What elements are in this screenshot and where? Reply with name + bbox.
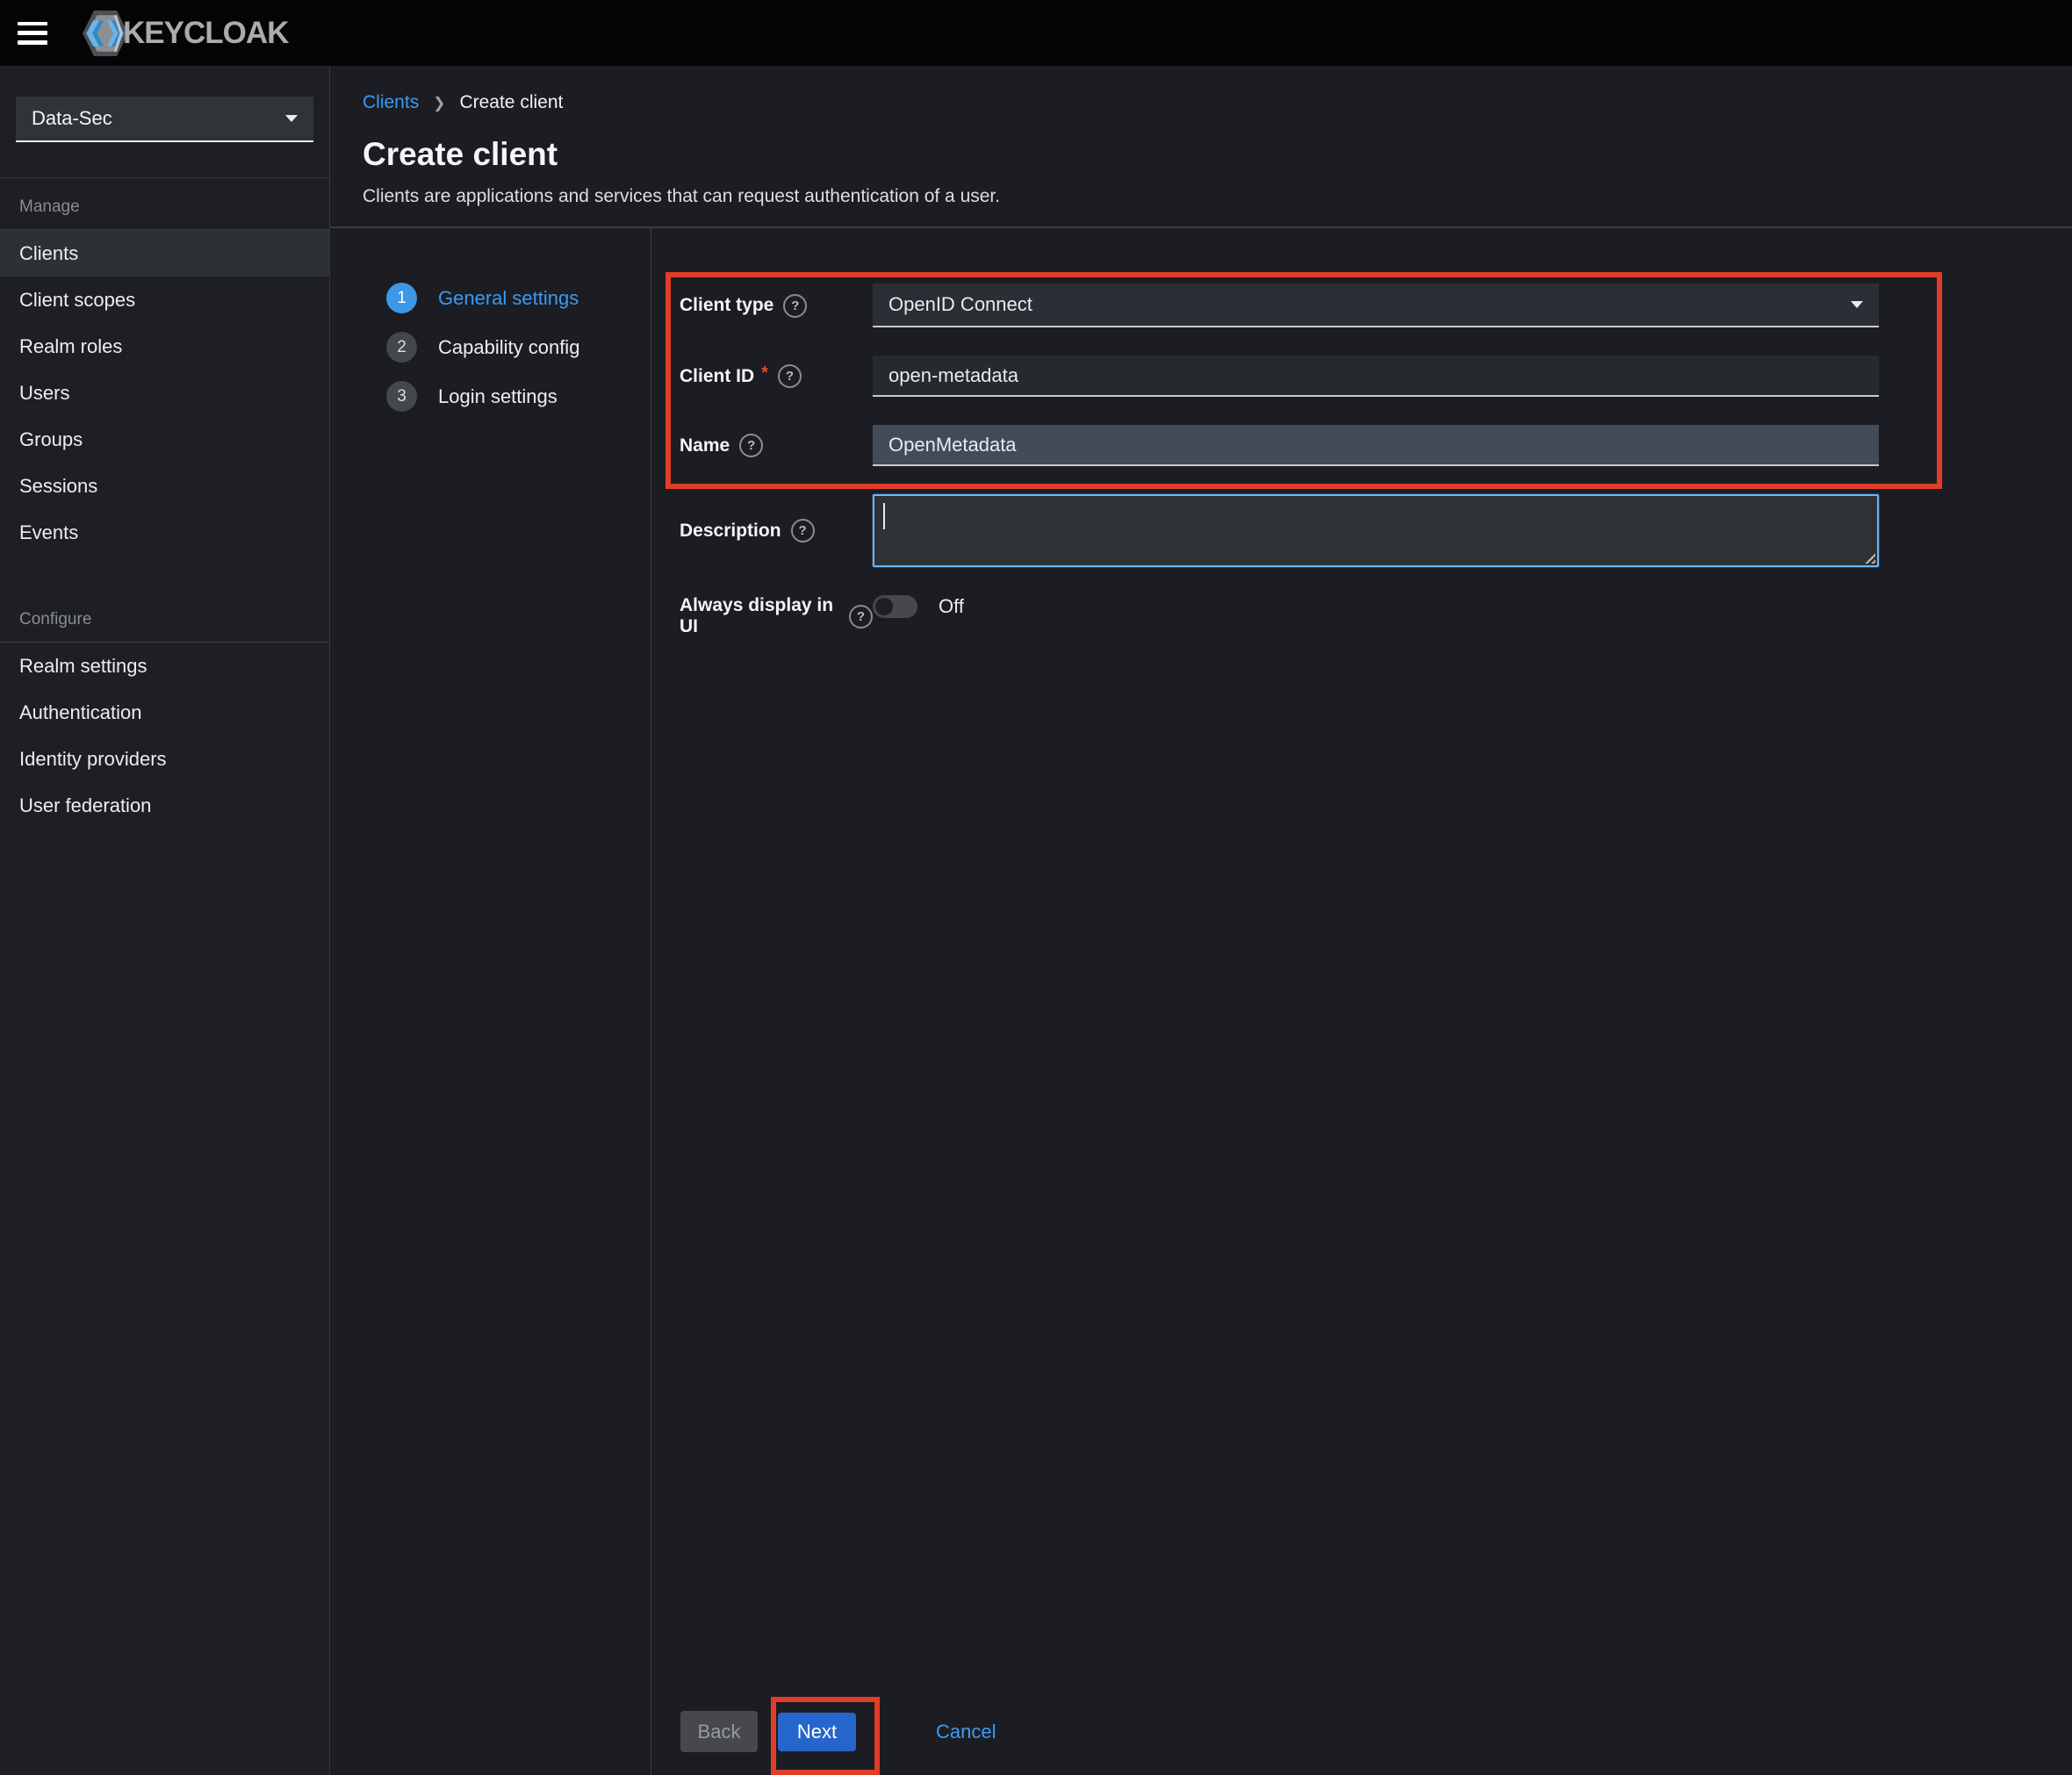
description-row: Description ? (680, 494, 2072, 567)
breadcrumb: Clients ❯ Create client (363, 66, 2072, 113)
spacer (0, 556, 329, 591)
breadcrumb-clients-link[interactable]: Clients (363, 92, 419, 113)
name-input[interactable] (873, 425, 1879, 466)
chevron-right-icon: ❯ (433, 95, 445, 112)
help-icon[interactable]: ? (739, 434, 763, 457)
client-type-label: Client type ? (680, 284, 873, 327)
caret-down-icon (285, 115, 298, 122)
name-label: Name ? (680, 425, 873, 466)
keycloak-logo-icon (83, 9, 128, 58)
page-header: Clients ❯ Create client Create client Cl… (330, 66, 2072, 226)
name-row: Name ? (680, 425, 2072, 466)
keycloak-logo: KEYCLOAK (83, 9, 288, 58)
description-label: Description ? (680, 494, 873, 567)
wizard-step-general-settings[interactable]: 1 General settings (386, 283, 651, 313)
keycloak-admin-console: KEYCLOAK Data-Sec Manage Clients Client … (0, 0, 2072, 1775)
always-display-row: Always display in UI ? Off (680, 595, 2072, 637)
description-textarea[interactable] (873, 494, 1879, 567)
label-text: Name (680, 435, 730, 456)
sidebar-item-events[interactable]: Events (0, 509, 329, 556)
sidebar-item-authentication[interactable]: Authentication (0, 689, 329, 736)
sidebar-item-identity-providers[interactable]: Identity providers (0, 736, 329, 782)
toggle-knob (875, 598, 893, 615)
client-type-select[interactable]: OpenID Connect (873, 284, 1879, 327)
help-icon[interactable]: ? (791, 519, 815, 543)
sidebar-item-users[interactable]: Users (0, 370, 329, 416)
main-content: Clients ❯ Create client Create client Cl… (330, 66, 2072, 1775)
wizard-footer: Back Next Cancel (680, 1711, 1001, 1752)
sidebar-item-client-scopes[interactable]: Client scopes (0, 277, 329, 323)
help-icon[interactable]: ? (849, 605, 873, 629)
sidebar-item-realm-settings[interactable]: Realm settings (0, 643, 329, 689)
sidebar-item-groups[interactable]: Groups (0, 416, 329, 463)
always-display-toggle[interactable] (873, 595, 917, 618)
wizard: 1 General settings 2 Capability config 3… (330, 226, 2072, 1775)
step-number-badge: 1 (386, 283, 417, 313)
cancel-link[interactable]: Cancel (931, 1720, 1001, 1744)
always-display-label: Always display in UI ? (680, 595, 873, 637)
sidebar-item-sessions[interactable]: Sessions (0, 463, 329, 509)
caret-down-icon (1851, 301, 1863, 308)
page-subtitle: Clients are applications and services th… (363, 186, 2072, 207)
page-title: Create client (363, 136, 2072, 173)
toggle-state-text: Off (939, 595, 964, 618)
required-asterisk: * (761, 363, 768, 384)
back-button[interactable]: Back (680, 1711, 758, 1752)
realm-selector[interactable]: Data-Sec (16, 97, 313, 142)
step-number-badge: 2 (386, 332, 417, 363)
realm-selector-value: Data-Sec (32, 107, 112, 130)
client-type-row: Client type ? OpenID Connect (680, 284, 2072, 327)
client-type-value: OpenID Connect (889, 293, 1032, 316)
sidebar-section-configure: Configure (0, 591, 329, 642)
step-label: Capability config (438, 336, 579, 359)
help-icon[interactable]: ? (778, 364, 802, 388)
next-button[interactable]: Next (778, 1713, 856, 1751)
hamburger-menu-icon[interactable] (18, 22, 47, 45)
resize-handle-icon[interactable] (1862, 550, 1875, 564)
label-text: Description (680, 521, 781, 542)
step-label: General settings (438, 287, 579, 310)
help-icon[interactable]: ? (783, 294, 807, 318)
text-cursor (883, 503, 885, 529)
step-label: Login settings (438, 385, 558, 408)
general-settings-form: Client type ? OpenID Connect Client ID * (651, 228, 2072, 1775)
wizard-step-capability-config[interactable]: 2 Capability config (386, 332, 651, 363)
label-text: Client type (680, 295, 773, 316)
client-id-row: Client ID * ? (680, 356, 2072, 397)
label-text: Client ID (680, 366, 754, 387)
label-text: Always display in UI (680, 595, 839, 637)
breadcrumb-current: Create client (459, 92, 563, 113)
brand-text: KEYCLOAK (123, 16, 288, 51)
step-number-badge: 3 (386, 381, 417, 412)
wizard-step-login-settings[interactable]: 3 Login settings (386, 381, 651, 412)
masthead: KEYCLOAK (0, 0, 2072, 66)
sidebar-item-clients[interactable]: Clients (0, 230, 329, 277)
client-id-input[interactable] (873, 356, 1879, 397)
sidebar-item-realm-roles[interactable]: Realm roles (0, 323, 329, 370)
sidebar-section-manage: Manage (0, 178, 329, 229)
sidebar-item-user-federation[interactable]: User federation (0, 782, 329, 829)
wizard-steps-nav: 1 General settings 2 Capability config 3… (330, 228, 651, 1775)
client-id-label: Client ID * ? (680, 356, 873, 397)
sidebar: Data-Sec Manage Clients Client scopes Re… (0, 66, 330, 1775)
